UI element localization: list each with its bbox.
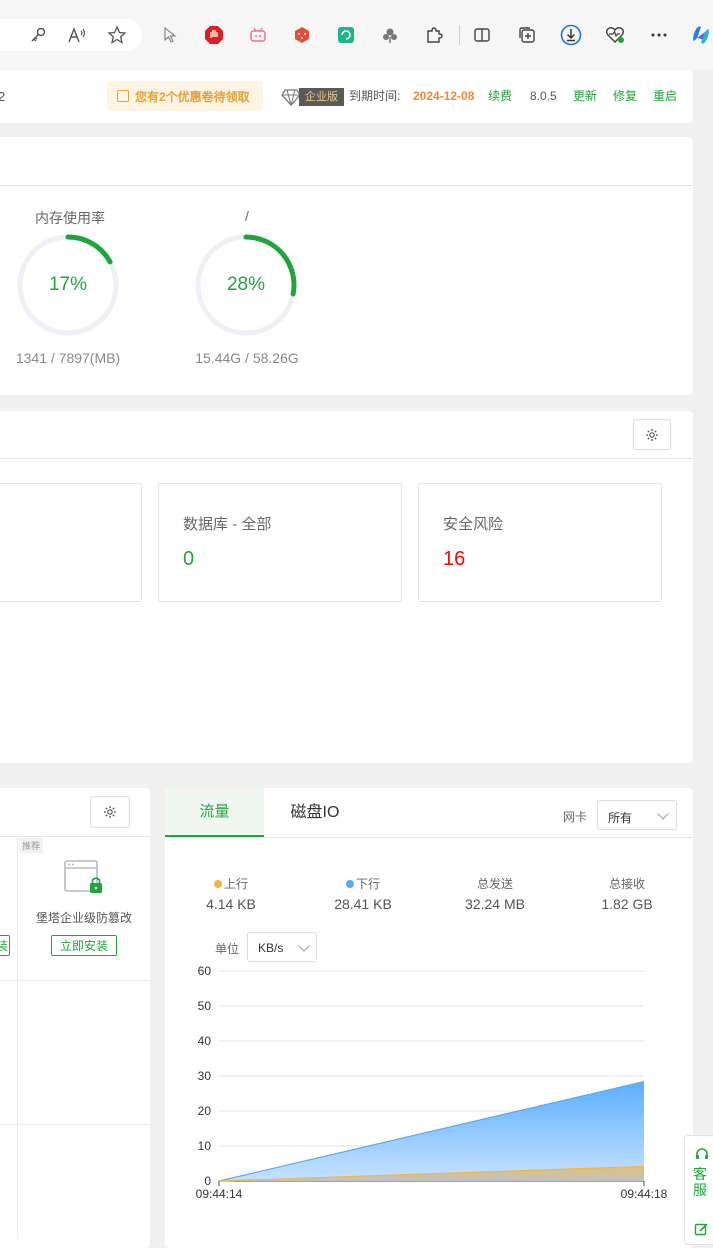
unit-select-value: KB/s bbox=[258, 941, 284, 955]
enterprise-badge: 企业版 bbox=[281, 87, 344, 106]
puzzle-extensions-icon[interactable] bbox=[423, 24, 445, 46]
headset-icon bbox=[696, 1148, 708, 1159]
customer-service-label: 客服 bbox=[693, 1166, 707, 1198]
disk-gauge-percent: 28% bbox=[226, 274, 266, 295]
tab-traffic[interactable]: 流量 bbox=[165, 788, 264, 837]
split-screen-icon[interactable] bbox=[471, 24, 493, 46]
software-grid-line bbox=[0, 1124, 150, 1125]
software-settings-button[interactable] bbox=[90, 796, 130, 828]
status-divider bbox=[0, 185, 693, 186]
total-received-label: 总接收 bbox=[608, 877, 645, 891]
security-risk-card[interactable]: 安全风险 16 bbox=[418, 483, 662, 602]
cursor-icon[interactable] bbox=[160, 24, 182, 46]
software-grid-line bbox=[0, 980, 150, 981]
upload-label-text: 上行 bbox=[223, 877, 248, 891]
coupon-icon bbox=[117, 90, 129, 102]
memory-gauge-arc bbox=[65, 234, 113, 265]
memory-gauge-title: 内存使用率 bbox=[35, 210, 105, 226]
y-tick-label: 60 bbox=[198, 964, 212, 978]
upload-value: 4.14 KB bbox=[206, 896, 256, 912]
edit-feedback-icon[interactable] bbox=[694, 1222, 709, 1237]
more-menu-icon[interactable] bbox=[648, 24, 670, 46]
adblock-hand-icon[interactable] bbox=[203, 24, 225, 46]
health-icon[interactable] bbox=[604, 24, 626, 46]
coupon-text: 您有2个优惠卷待领取 bbox=[135, 89, 250, 104]
gear-icon bbox=[104, 806, 116, 818]
app-name: 堡塔企业级防篡改 bbox=[35, 911, 132, 925]
tree-extension-icon[interactable] bbox=[379, 24, 401, 46]
software-grid-line bbox=[17, 836, 18, 1238]
disk-gauge-title: / bbox=[245, 208, 249, 224]
copilot-icon[interactable] bbox=[690, 24, 712, 46]
overview-card-partial[interactable] bbox=[0, 483, 142, 602]
download-dot-icon bbox=[345, 880, 354, 888]
disk-gauge-detail: 15.44G / 58.26G bbox=[195, 350, 299, 366]
tab-disk-io[interactable]: 磁盘IO bbox=[272, 788, 358, 837]
update-link[interactable]: 更新 bbox=[573, 89, 597, 104]
x-tick-label: 09:44:14 bbox=[196, 1187, 243, 1200]
gear-icon bbox=[646, 428, 658, 441]
unit-select[interactable]: KB/s bbox=[247, 932, 317, 962]
nic-select[interactable]: 所有 bbox=[597, 800, 677, 830]
security-risk-value: 16 bbox=[443, 548, 466, 570]
expire-label: 到期时间: bbox=[349, 89, 401, 103]
traffic-chart[interactable]: 0 10 20 30 40 50 60 09:44:14 09:44:18 bbox=[165, 960, 693, 1200]
upload-label: 上行 bbox=[176, 875, 286, 892]
download-icon[interactable] bbox=[560, 24, 582, 46]
diamond-icon bbox=[281, 88, 301, 106]
y-tick-label: 30 bbox=[198, 1069, 212, 1083]
nic-select-value: 所有 bbox=[608, 811, 633, 825]
memory-gauge-detail: 1341 / 7897(MB) bbox=[15, 350, 121, 366]
software-divider bbox=[0, 836, 150, 837]
download-value: 28.41 KB bbox=[334, 896, 392, 912]
chevron-down-icon bbox=[657, 808, 669, 820]
refresh-extension-icon[interactable] bbox=[335, 24, 357, 46]
total-sent-value: 32.24 MB bbox=[465, 896, 525, 912]
database-card-value: 0 bbox=[183, 548, 195, 570]
bilibili-icon[interactable] bbox=[247, 24, 269, 46]
download-label-text: 下行 bbox=[355, 877, 380, 891]
coupon-notice[interactable]: 您有2个优惠卷待领取 bbox=[107, 81, 263, 111]
y-tick-label: 20 bbox=[198, 1104, 212, 1118]
tamper-proof-app-icon bbox=[64, 860, 102, 893]
unit-label: 单位 bbox=[215, 942, 240, 956]
upload-dot-icon bbox=[213, 880, 222, 888]
traffic-divider bbox=[165, 837, 693, 838]
nic-label: 网卡 bbox=[563, 810, 588, 824]
database-card[interactable]: 数据库 - 全部 0 bbox=[158, 483, 402, 602]
version-number: 8.0.5 bbox=[530, 89, 557, 103]
recommend-tag: 推荐 bbox=[19, 838, 44, 853]
key-icon[interactable] bbox=[27, 24, 49, 46]
y-tick-label: 40 bbox=[198, 1034, 212, 1048]
y-tick-label: 0 bbox=[204, 1174, 211, 1188]
download-label: 下行 bbox=[308, 875, 418, 892]
security-risk-label: 安全风险 bbox=[443, 516, 504, 533]
overview-settings-button[interactable] bbox=[633, 419, 671, 450]
collections-icon[interactable] bbox=[516, 24, 538, 46]
restart-link[interactable]: 重启 bbox=[653, 89, 677, 104]
toolbar-separator bbox=[459, 25, 460, 45]
total-sent-label: 总发送 bbox=[476, 877, 513, 891]
expire-date: 2024-12-08 bbox=[413, 89, 475, 103]
install-now-button[interactable]: 立即安装 bbox=[51, 935, 117, 956]
dice-extension-icon[interactable] bbox=[291, 24, 313, 46]
edition-label: 企业版 bbox=[299, 87, 344, 106]
renew-link[interactable]: 续费 bbox=[488, 89, 512, 104]
overview-divider bbox=[0, 458, 693, 459]
y-tick-label: 50 bbox=[198, 999, 212, 1013]
read-aloud-icon[interactable] bbox=[66, 24, 88, 46]
repair-link[interactable]: 修复 bbox=[613, 89, 637, 104]
partial-install-button[interactable]: 装 bbox=[0, 935, 10, 956]
memory-gauge-percent: 17% bbox=[48, 274, 88, 295]
favorite-star-icon[interactable] bbox=[106, 24, 128, 46]
chevron-down-icon bbox=[298, 940, 310, 952]
y-tick-label: 10 bbox=[198, 1139, 212, 1153]
hostname-fragment: 2 bbox=[0, 89, 6, 104]
database-card-label: 数据库 - 全部 bbox=[183, 516, 272, 533]
software-panel bbox=[0, 788, 150, 1248]
x-tick-label: 09:44:18 bbox=[621, 1187, 668, 1200]
total-received-value: 1.82 GB bbox=[601, 896, 653, 912]
